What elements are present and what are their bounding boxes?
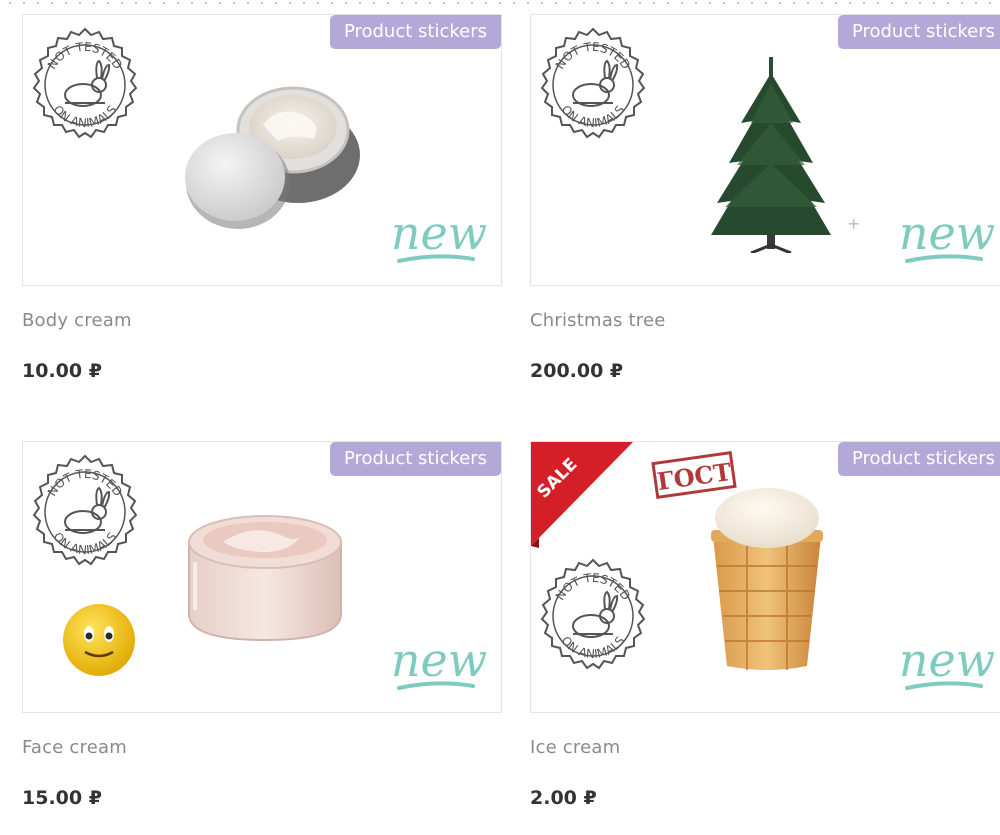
new-badge: new [899,633,995,690]
rabbit-icon [572,590,619,638]
new-badge: new [391,633,487,690]
product-name[interactable]: Ice cream [530,737,620,758]
product-price: 200.00 ₽ [530,360,624,382]
product-image[interactable]: SALE ГОСТ NOT TESTED ON ANIMALS Product … [530,441,1000,713]
product-image[interactable]: NOT TESTED ON ANIMALS Product stickers n… [22,14,502,286]
not-tested-on-animals-stamp: NOT TESTED ON ANIMALS [540,27,646,139]
product-card-face-cream[interactable]: NOT TESTED ON ANIMALS Product stickers n… [22,441,502,831]
product-image[interactable]: NOT TESTED ON ANIMALS Product stickers n… [22,441,502,713]
not-tested-on-animals-stamp: NOT TESTED ON ANIMALS [32,454,138,566]
face-cream-jar-image [188,515,342,642]
product-stickers-badge: Product stickers [329,15,501,49]
sale-ribbon: SALE [531,442,633,548]
rabbit-icon [64,59,111,107]
smiley-face-icon [63,604,135,676]
dotted-divider [0,0,1000,6]
product-card-ice-cream[interactable]: SALE ГОСТ NOT TESTED ON ANIMALS Product … [530,441,1000,831]
product-name[interactable]: Body cream [22,310,132,331]
product-name[interactable]: Face cream [22,737,127,758]
rabbit-icon [64,486,111,534]
sparkle-icon: + [847,214,860,233]
new-badge-text: new [899,206,995,260]
body-cream-jar-image [185,86,360,229]
product-card-christmas-tree[interactable]: NOT TESTED ON ANIMALS Product stickers +… [530,14,1000,404]
product-stickers-badge: Product stickers [329,442,501,476]
new-badge: new [391,206,487,263]
product-price: 15.00 ₽ [22,787,102,809]
not-tested-on-animals-stamp: NOT TESTED ON ANIMALS [540,558,646,670]
product-stickers-badge: Product stickers [837,442,1000,476]
rabbit-icon [572,59,619,107]
product-card-body-cream[interactable]: NOT TESTED ON ANIMALS Product stickers n… [22,14,502,404]
new-badge-text: new [899,633,995,687]
product-price: 2.00 ₽ [530,787,597,809]
product-price: 10.00 ₽ [22,360,102,382]
product-image[interactable]: NOT TESTED ON ANIMALS Product stickers +… [530,14,1000,286]
new-badge-text: new [391,633,487,687]
not-tested-on-animals-stamp: NOT TESTED ON ANIMALS [32,27,138,139]
product-name[interactable]: Christmas tree [530,310,666,331]
product-stickers-badge: Product stickers [837,15,1000,49]
christmas-tree-image: + + [711,57,860,253]
new-badge-text: new [391,206,487,260]
new-badge: new [899,206,995,263]
ice-cream-cone-image [711,488,823,670]
